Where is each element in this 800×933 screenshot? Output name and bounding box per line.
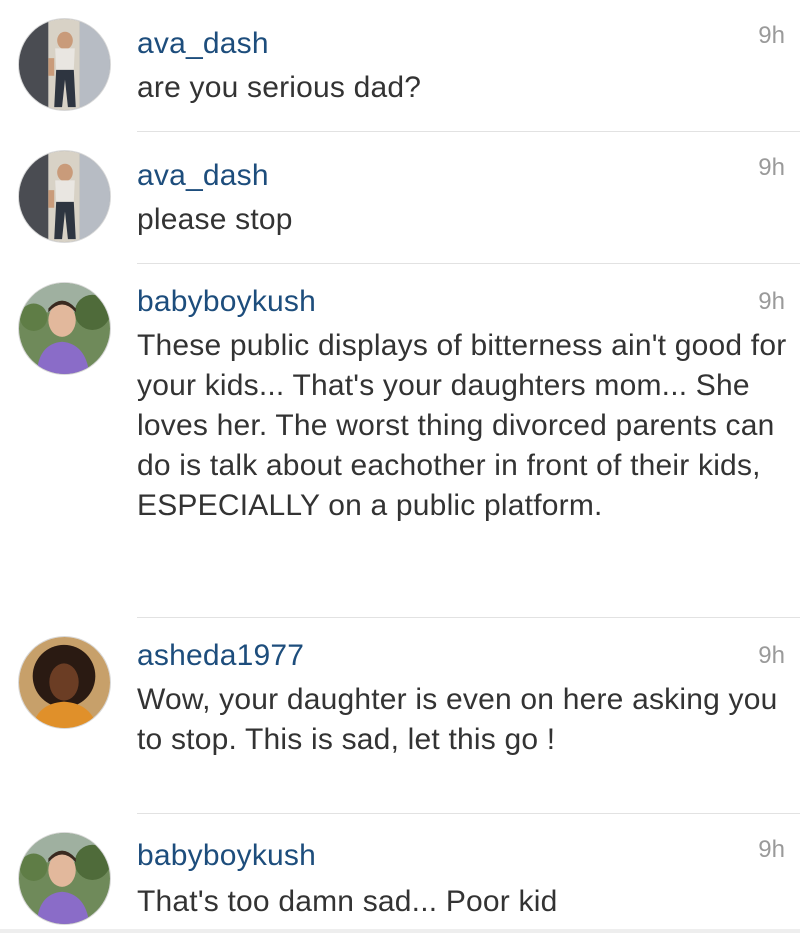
avatar-icon[interactable] <box>18 282 111 375</box>
comment-username[interactable]: asheda1977 <box>137 638 304 674</box>
comment-timestamp: 9h <box>758 22 785 49</box>
avatar-photo-woman-curly-hair-icon <box>19 637 110 728</box>
comment-timestamp: 9h <box>758 642 785 669</box>
comment-item: asheda1977 9h Wow, your daughter is even… <box>0 618 800 814</box>
comment-item: ava_dash 9h please stop <box>0 132 800 264</box>
divider <box>0 929 800 933</box>
comment-text: are you serious dad? <box>137 71 422 104</box>
avatar-icon[interactable] <box>18 150 111 243</box>
comment-username[interactable]: ava_dash <box>137 158 269 194</box>
avatar-photo-man-outdoor-icon <box>19 283 110 374</box>
comment-list: ava_dash 9h are you serious dad? ava_das… <box>0 0 800 933</box>
comment-item: babyboykush 9h These public displays of … <box>0 264 800 618</box>
avatar-photo-man-outdoor-icon <box>19 833 110 924</box>
avatar-icon[interactable] <box>18 18 111 111</box>
comment-timestamp: 9h <box>758 836 785 863</box>
comment-text: please stop <box>137 203 293 236</box>
comment-username[interactable]: ava_dash <box>137 26 269 62</box>
comment-timestamp: 9h <box>758 288 785 315</box>
comment-username[interactable]: babyboykush <box>137 284 316 320</box>
comment-text: These public displays of bitterness ain'… <box>137 329 787 522</box>
comment-item: babyboykush 9h That's too damn sad... Po… <box>0 814 800 929</box>
avatar-icon[interactable] <box>18 636 111 729</box>
avatar-photo-woman-mirror-icon <box>19 151 110 242</box>
comment-text: That's too damn sad... Poor kid <box>137 885 558 918</box>
comment-username[interactable]: babyboykush <box>137 838 316 874</box>
comment-text: Wow, your daughter is even on here askin… <box>137 683 778 756</box>
avatar-photo-woman-mirror-icon <box>19 19 110 110</box>
comment-item: ava_dash 9h are you serious dad? <box>0 0 800 132</box>
avatar-icon[interactable] <box>18 832 111 925</box>
comment-timestamp: 9h <box>758 154 785 181</box>
